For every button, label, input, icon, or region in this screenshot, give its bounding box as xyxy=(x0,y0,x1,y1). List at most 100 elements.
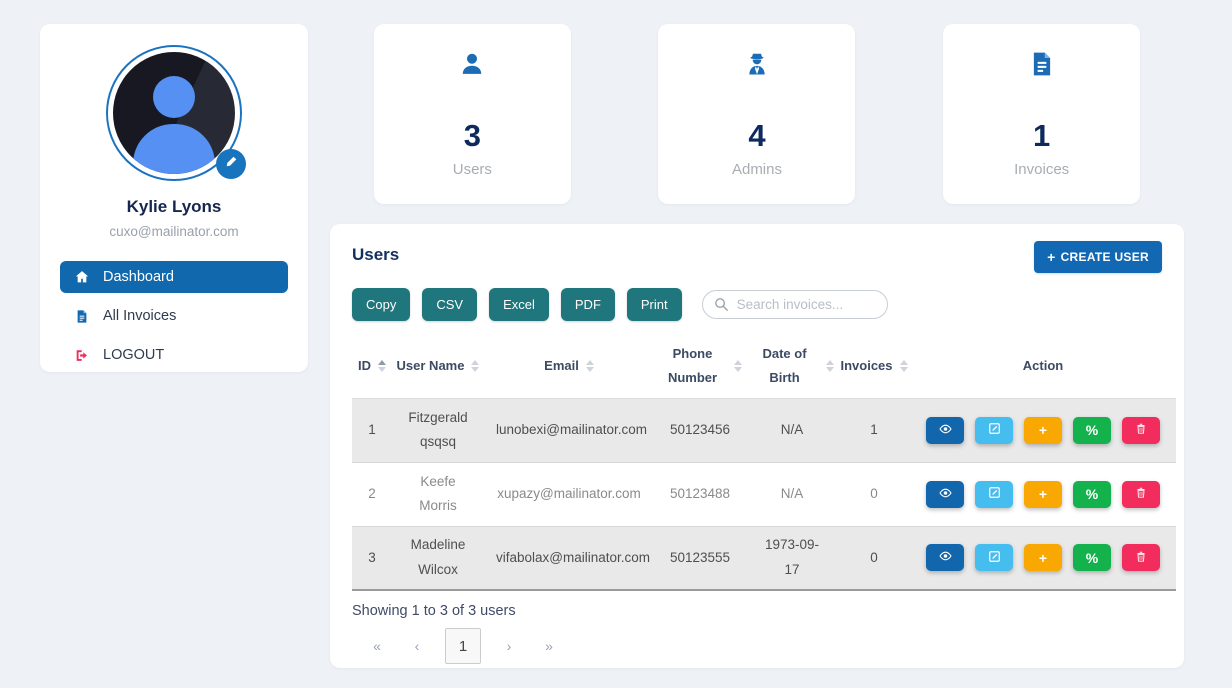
pagination-prev[interactable]: ‹ xyxy=(405,638,429,654)
cell-dob: N/A xyxy=(746,398,838,462)
cell-id: 2 xyxy=(352,462,392,526)
table-info-text: Showing 1 to 3 of 3 users xyxy=(352,603,1162,619)
trash-icon xyxy=(1135,550,1147,566)
cell-user-name: Fitzgerald qsqsq xyxy=(392,398,484,462)
stat-card-users: 3 Users xyxy=(374,24,571,204)
trash-icon xyxy=(1135,486,1147,502)
excel-button[interactable]: Excel xyxy=(489,288,549,321)
cell-user-name: Madeline Wilcox xyxy=(392,526,484,590)
column-header-id[interactable]: ID xyxy=(352,334,392,398)
main-content: 3 Users 4 Admins xyxy=(330,24,1184,668)
page-title: Users xyxy=(352,241,399,265)
avatar xyxy=(106,45,242,181)
users-panel: Users + CREATE USER Copy CSV Excel PDF P… xyxy=(330,224,1184,668)
percent-icon: % xyxy=(1086,423,1098,437)
table-row: 2 Keefe Morris xupazy@mailinator.com 501… xyxy=(352,462,1176,526)
plus-icon: + xyxy=(1039,487,1047,501)
pencil-icon xyxy=(225,155,238,173)
profile-email: cuxo@mailinator.com xyxy=(40,224,308,239)
view-user-button[interactable] xyxy=(926,417,964,444)
edit-icon xyxy=(988,486,1001,502)
column-header-user-name[interactable]: User Name xyxy=(392,334,484,398)
profile-name: Kylie Lyons xyxy=(40,197,308,217)
eye-icon xyxy=(937,422,954,439)
search-icon xyxy=(713,296,730,318)
stat-card-invoices: 1 Invoices xyxy=(943,24,1140,204)
pagination-first[interactable]: « xyxy=(365,638,389,654)
avatar-edit-button[interactable] xyxy=(216,149,246,179)
plus-icon: + xyxy=(1039,551,1047,565)
table-row: 3 Madeline Wilcox vifabolax@mailinator.c… xyxy=(352,526,1176,590)
search-wrap xyxy=(702,290,888,319)
pagination-next[interactable]: › xyxy=(497,638,521,654)
plus-icon: + xyxy=(1047,252,1055,262)
cell-email: lunobexi@mailinator.com xyxy=(484,398,654,462)
sign-out-icon xyxy=(74,347,90,363)
stats-row: 3 Users 4 Admins xyxy=(330,24,1184,204)
avatar-person-body xyxy=(133,124,215,174)
print-button[interactable]: Print xyxy=(627,288,682,321)
edit-user-button[interactable] xyxy=(975,544,1013,571)
edit-user-button[interactable] xyxy=(975,417,1013,444)
stat-card-admins: 4 Admins xyxy=(658,24,855,204)
column-header-dob[interactable]: Date of Birth xyxy=(746,334,838,398)
discount-button[interactable]: % xyxy=(1073,417,1111,444)
pdf-button[interactable]: PDF xyxy=(561,288,615,321)
sort-icon xyxy=(734,360,742,372)
avatar-image xyxy=(113,52,235,174)
discount-button[interactable]: % xyxy=(1073,544,1111,571)
delete-user-button[interactable] xyxy=(1122,481,1160,508)
cell-phone: 50123555 xyxy=(654,526,746,590)
cell-invoices: 0 xyxy=(838,526,910,590)
delete-user-button[interactable] xyxy=(1122,417,1160,444)
action-buttons: + % xyxy=(922,544,1164,571)
view-user-button[interactable] xyxy=(926,544,964,571)
cell-invoices: 0 xyxy=(838,462,910,526)
cell-phone: 50123488 xyxy=(654,462,746,526)
cell-email: vifabolax@mailinator.com xyxy=(484,526,654,590)
delete-user-button[interactable] xyxy=(1122,544,1160,571)
view-user-button[interactable] xyxy=(926,481,964,508)
discount-button[interactable]: % xyxy=(1073,481,1111,508)
edit-user-button[interactable] xyxy=(975,481,1013,508)
sidebar-item-label: Dashboard xyxy=(103,269,174,285)
percent-icon: % xyxy=(1086,551,1098,565)
add-invoice-button[interactable]: + xyxy=(1024,544,1062,571)
edit-icon xyxy=(988,422,1001,438)
cell-dob: N/A xyxy=(746,462,838,526)
cell-phone: 50123456 xyxy=(654,398,746,462)
cell-dob: 1973-09-17 xyxy=(746,526,838,590)
sidebar-item-logout[interactable]: LOGOUT xyxy=(60,339,288,371)
sidebar-item-label: LOGOUT xyxy=(103,347,164,363)
pagination-last[interactable]: » xyxy=(537,638,561,654)
csv-button[interactable]: CSV xyxy=(422,288,477,321)
pagination-page-1[interactable]: 1 xyxy=(445,628,481,664)
sidebar-item-label: All Invoices xyxy=(103,308,176,324)
column-header-action: Action xyxy=(910,334,1176,398)
stat-label: Admins xyxy=(732,161,782,178)
table-row: 1 Fitzgerald qsqsq lunobexi@mailinator.c… xyxy=(352,398,1176,462)
column-header-phone[interactable]: Phone Number xyxy=(654,334,746,398)
cell-user-name: Keefe Morris xyxy=(392,462,484,526)
eye-icon xyxy=(937,549,954,566)
avatar-person-head xyxy=(153,76,195,118)
sort-icon xyxy=(378,360,386,372)
copy-button[interactable]: Copy xyxy=(352,288,410,321)
column-header-email[interactable]: Email xyxy=(484,334,654,398)
sort-icon xyxy=(471,360,479,372)
sidebar-item-dashboard[interactable]: Dashboard xyxy=(60,261,288,293)
create-user-button[interactable]: + CREATE USER xyxy=(1034,241,1162,273)
stat-label: Invoices xyxy=(1014,161,1069,178)
stat-value: 4 xyxy=(748,120,765,151)
sidebar-item-all-invoices[interactable]: All Invoices xyxy=(60,300,288,332)
file-invoice-icon xyxy=(74,308,90,324)
cell-id: 1 xyxy=(352,398,392,462)
table-toolbar: Copy CSV Excel PDF Print xyxy=(352,288,1162,321)
action-buttons: + % xyxy=(922,481,1164,508)
sidebar-nav: Dashboard All Invoices xyxy=(60,261,288,371)
add-invoice-button[interactable]: + xyxy=(1024,417,1062,444)
add-invoice-button[interactable]: + xyxy=(1024,481,1062,508)
column-header-invoices[interactable]: Invoices xyxy=(838,334,910,398)
pagination: « ‹ 1 › » xyxy=(352,628,1162,664)
percent-icon: % xyxy=(1086,487,1098,501)
